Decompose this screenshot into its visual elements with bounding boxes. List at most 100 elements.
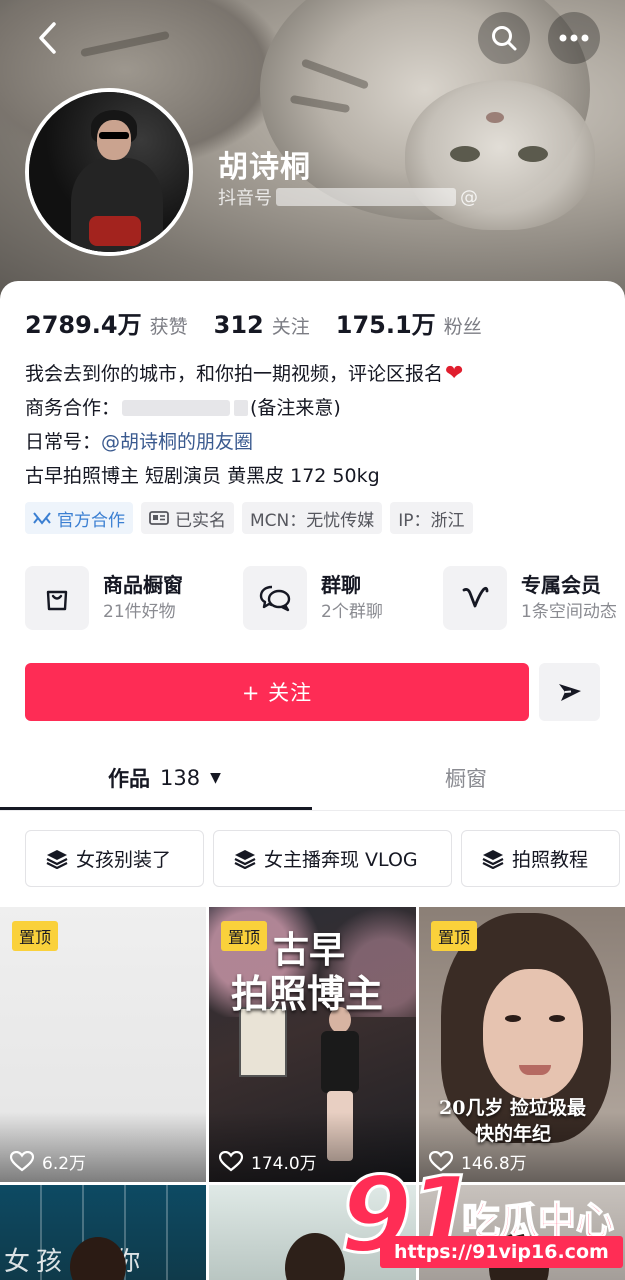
service-membership[interactable]: 专属会员 1条空间动态 [443,566,617,630]
tag-row: 官方合作 已实名 MCN：无忧传媒 IP：浙江 [25,502,473,534]
tab-works-label: 作品 [108,767,150,791]
douyin-id-suffix: @ [460,186,478,208]
stat-likes[interactable]: 2789.4万 获赞 [25,305,188,340]
avatar[interactable] [25,88,193,256]
stat-followers[interactable]: 175.1万 粉丝 [336,305,482,340]
like-count: 174.0万 [219,1149,317,1174]
official-cooperation-icon [33,510,51,526]
avatar-photo-skirt [89,216,141,246]
bio-line: 我会去到你的城市，和你拍一期视频，评论区报名 ❤ [25,357,463,391]
collection-chip[interactable]: 女主播奔现 VLOG [213,830,452,887]
watermark: 91 吃瓜中心 https://91vip16.com [339,1153,625,1280]
back-arrow-icon [39,22,56,54]
send-message-button[interactable] [539,663,600,721]
paper-plane-icon [558,684,581,701]
thumbnail-eye [549,1015,565,1022]
back-button[interactable] [22,12,74,64]
redacted-contact [122,400,231,416]
more-dots-icon [559,34,589,42]
like-count: 6.2万 [10,1149,86,1174]
stack-layers-icon [46,849,68,869]
stat-following[interactable]: 312 关注 [214,311,310,339]
tag-verified[interactable]: 已实名 [141,502,234,534]
bio-text: 古早拍照博主 短剧演员 黄黑皮 172 50kg [25,465,380,487]
caret-down-icon: ▼ [210,770,221,786]
service-shop-window[interactable]: 商品橱窗 21件好物 [25,566,183,630]
avatar-photo-face [97,120,131,160]
stat-value: 175.1万 [335,311,436,339]
video-tile[interactable]: 女孩 教你 [0,1185,206,1280]
thumbnail-mouth [519,1065,551,1075]
content-tabs: 作品 138 ▼ 橱窗 [0,747,625,811]
video-thumbnail-head [285,1233,345,1280]
douyin-id[interactable]: 抖音号 @ [218,184,478,210]
stats-row: 2789.4万 获赞 312 关注 175.1万 粉丝 [25,305,508,340]
avatar-photo-sunglasses [99,132,129,139]
cat-nose [486,112,504,123]
stat-label: 获赞 [149,316,188,338]
video-tile[interactable]: 古早 拍照博主 置顶 174.0万 [209,907,416,1182]
cat-eye [518,146,548,162]
service-row: 商品橱窗 21件好物 群聊 2个群聊 专属会员 1条空间动态 [25,566,625,632]
pinned-badge: 置顶 [12,921,59,951]
collection-row: 女孩别装了 女主播奔现 VLOG 拍照教程 [25,830,625,888]
tag-mcn[interactable]: MCN：无忧传媒 [242,502,383,534]
bio: 我会去到你的城市，和你拍一期视频，评论区报名 ❤ 商务合作： (备注来意) 日常… [25,357,463,493]
stat-value: 2789.4万 [25,311,142,339]
stat-value: 312 [213,311,264,339]
douyin-id-redacted [276,188,456,206]
tag-label: IP：浙江 [398,510,465,531]
tag-official-cooperation[interactable]: 官方合作 [25,502,133,534]
video-tile[interactable]: 置顶 6.2万 [0,907,206,1182]
bio-business-label: 商务合作： [25,397,121,419]
video-tile[interactable]: 20几岁 捡垃圾最 快的年纪 置顶 146.8万 [419,907,625,1182]
tag-label: MCN：无忧传媒 [250,510,375,531]
video-overlay-title: 快的年纪 [475,1123,552,1145]
chat-bubbles-icon [243,566,307,630]
heart-outline-icon [10,1151,34,1172]
search-button[interactable] [478,12,530,64]
douyin-id-label: 抖音号 [218,188,272,209]
bio-line: 古早拍照博主 短剧演员 黄黑皮 172 50kg [25,459,463,493]
collection-label: 女主播奔现 VLOG [264,849,418,871]
service-text: 群聊 2个群聊 [321,571,383,625]
collection-chip[interactable]: 女孩别装了 [25,830,204,887]
stat-label: 关注 [271,316,310,338]
bio-text: 我会去到你的城市，和你拍一期视频，评论区报名 [25,363,444,385]
tab-works-count: 138 [160,766,201,790]
more-button[interactable] [548,12,600,64]
service-title: 群聊 [321,573,361,597]
profile-card: 2789.4万 获赞 312 关注 175.1万 粉丝 我会去到你的城市，和你拍… [0,281,625,1280]
active-tab-indicator [0,807,312,810]
stack-layers-icon [234,849,256,869]
tag-label: 已实名 [175,510,226,531]
video-overlay-title: 20几岁 捡垃圾最 [439,1097,587,1119]
pinned-badge: 置顶 [221,921,268,951]
service-text: 商品橱窗 21件好物 [103,571,183,625]
tab-shop-window[interactable]: 橱窗 [445,763,487,793]
stack-layers-icon [482,849,504,869]
video-overlay-title: 拍照博主 [231,971,384,1016]
video-thumbnail-face [483,969,583,1099]
tab-works[interactable]: 作品 138 ▼ [108,763,221,793]
shopping-bag-icon [25,566,89,630]
service-subtitle: 2个群聊 [321,602,383,622]
collection-label: 拍照教程 [512,849,589,871]
like-count-value: 174.0万 [251,1154,317,1174]
person-body [321,1031,359,1093]
daily-account-link[interactable]: @胡诗桐的朋友圈 [101,425,253,459]
redacted-contact [234,400,249,416]
follow-button[interactable]: + 关注 [25,663,529,721]
profile-name: 胡诗桐 [218,150,311,185]
service-text: 专属会员 1条空间动态 [521,571,617,625]
pinned-badge: 置顶 [431,921,478,951]
heart-outline-icon [219,1151,243,1172]
bio-line: 商务合作： (备注来意) [25,391,463,425]
search-icon [492,26,517,51]
tag-label: 官方合作 [57,510,125,531]
vip-v-icon [443,566,507,630]
stat-label: 粉丝 [443,316,482,338]
service-group-chat[interactable]: 群聊 2个群聊 [243,566,383,630]
tag-ip: IP：浙江 [390,502,473,534]
collection-chip[interactable]: 拍照教程 [461,830,620,887]
